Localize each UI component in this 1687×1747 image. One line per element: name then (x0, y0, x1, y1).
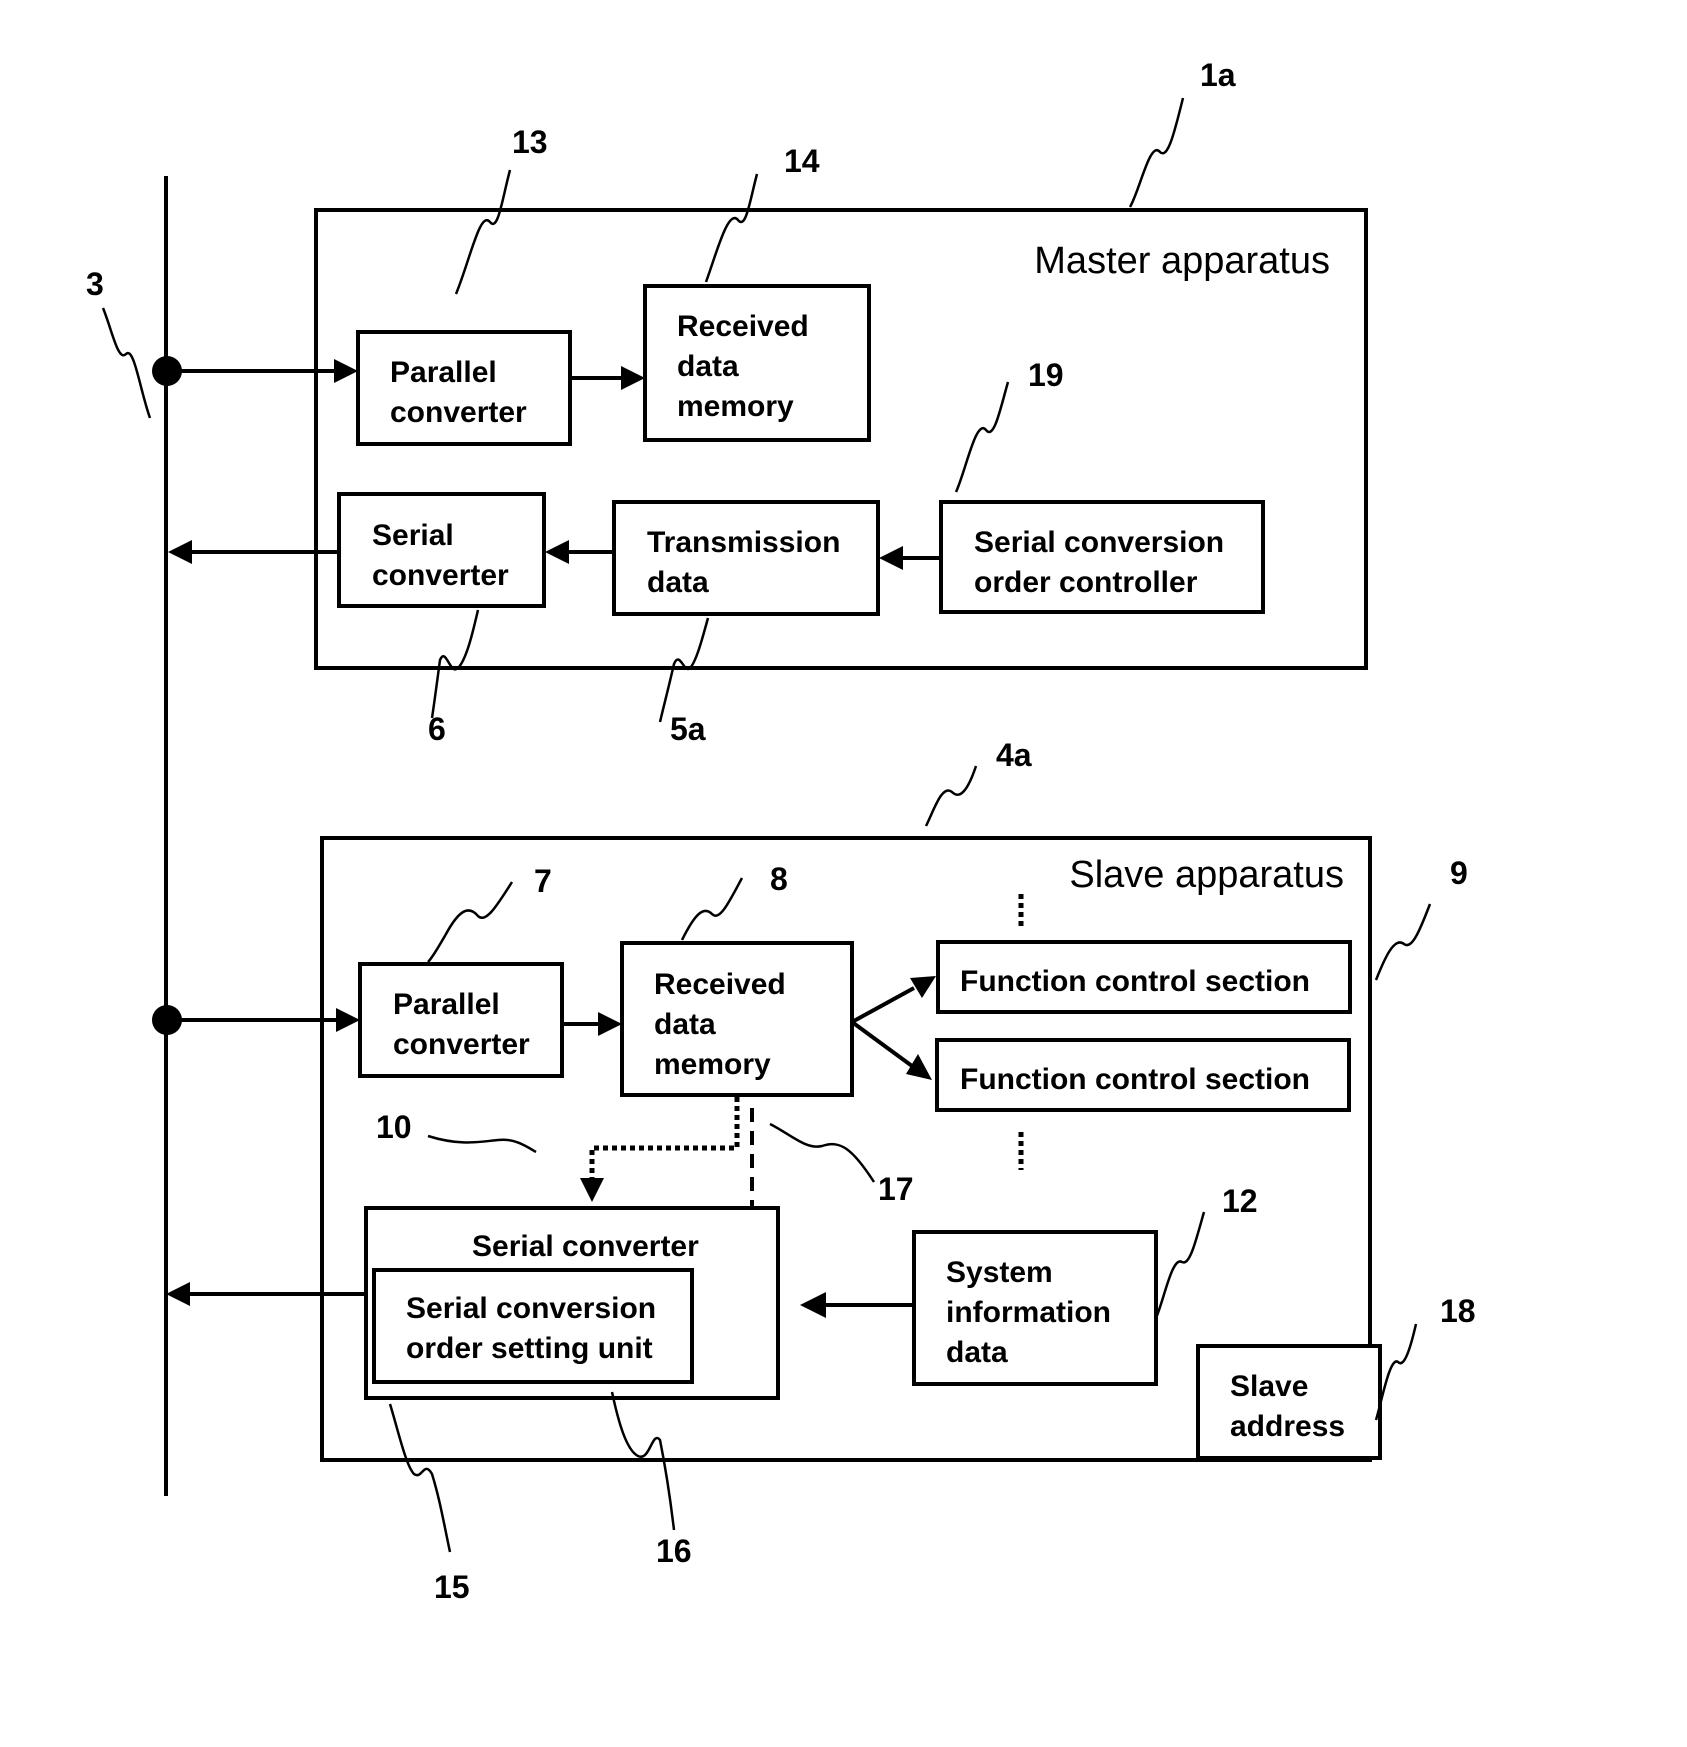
master-serial-converter-ref: 6 (428, 711, 446, 747)
slave-parallel-converter-ref: 7 (534, 863, 552, 899)
system-information-data-leader (1154, 1211, 1206, 1319)
master-received-data-memory-leader (704, 173, 759, 283)
arrowhead-master-memory (621, 366, 645, 390)
slave-serial-converter-label: Serial converter (472, 1230, 699, 1263)
arrowhead-function-1 (910, 976, 936, 998)
master-serial-converter-leader (430, 609, 480, 719)
slave-received-data-memory-ref: 8 (770, 861, 788, 897)
slave-parallel-converter-leader (427, 881, 514, 963)
transmission-data-ref: 5a (670, 711, 706, 747)
path-17-leader (769, 1122, 876, 1183)
arrowhead-dotted-path-10 (580, 1178, 604, 1202)
arrow-memory-to-function-2 (850, 1020, 914, 1068)
arrowhead-transmission (879, 546, 903, 570)
slave-serial-converter-leader (388, 1403, 452, 1553)
arrowhead-system-info (800, 1292, 826, 1318)
master-ref-label: 1a (1200, 57, 1236, 93)
order-setting-unit-box (372, 1268, 694, 1384)
master-ref-leader (1128, 97, 1185, 208)
function-control-leader (1374, 903, 1432, 981)
dotted-path-10 (589, 1097, 740, 1180)
master-parallel-converter-leader (454, 169, 512, 295)
arrowhead-master-parallel (334, 359, 358, 383)
arrowhead-slave-memory (598, 1012, 622, 1036)
arrowhead-function-2 (906, 1054, 932, 1080)
path-10-leader (427, 1134, 537, 1154)
serial-conversion-order-controller-leader (954, 381, 1010, 493)
arrowhead-master-serial (545, 540, 569, 564)
bus-ref-label: 3 (86, 266, 104, 302)
slave-address-ref: 18 (1440, 1293, 1476, 1329)
master-parallel-converter-ref: 13 (512, 124, 548, 160)
order-setting-unit-ref: 16 (656, 1533, 692, 1569)
arrowhead-slave-bus (166, 1282, 190, 1306)
slave-apparatus-title: Slave apparatus (1069, 854, 1344, 896)
function-control-ref: 9 (1450, 855, 1468, 891)
slave-serial-converter-ref: 15 (434, 1569, 470, 1605)
arrowhead-master-bus (168, 540, 192, 564)
slave-received-data-memory-leader (680, 877, 744, 941)
path-17-ref: 17 (878, 1171, 914, 1207)
slave-ref-label: 4a (996, 737, 1032, 773)
arrowhead-slave-parallel (336, 1008, 360, 1032)
arrow-memory-to-function-1 (851, 986, 915, 1024)
slave-ref-leader (924, 765, 978, 827)
serial-conversion-order-controller-ref: 19 (1028, 357, 1064, 393)
function-control-section-label-2: Function control section (960, 1063, 1310, 1096)
block-diagram: 3 Master apparatus 1a Parallel converter… (86, 57, 1476, 1605)
function-control-section-label-1: Function control section (960, 965, 1310, 998)
master-received-data-memory-ref: 14 (784, 143, 820, 179)
master-apparatus-title: Master apparatus (1034, 240, 1330, 282)
bus-ref-leader (101, 307, 152, 419)
path-10-ref: 10 (376, 1109, 412, 1145)
system-information-data-ref: 12 (1222, 1183, 1258, 1219)
